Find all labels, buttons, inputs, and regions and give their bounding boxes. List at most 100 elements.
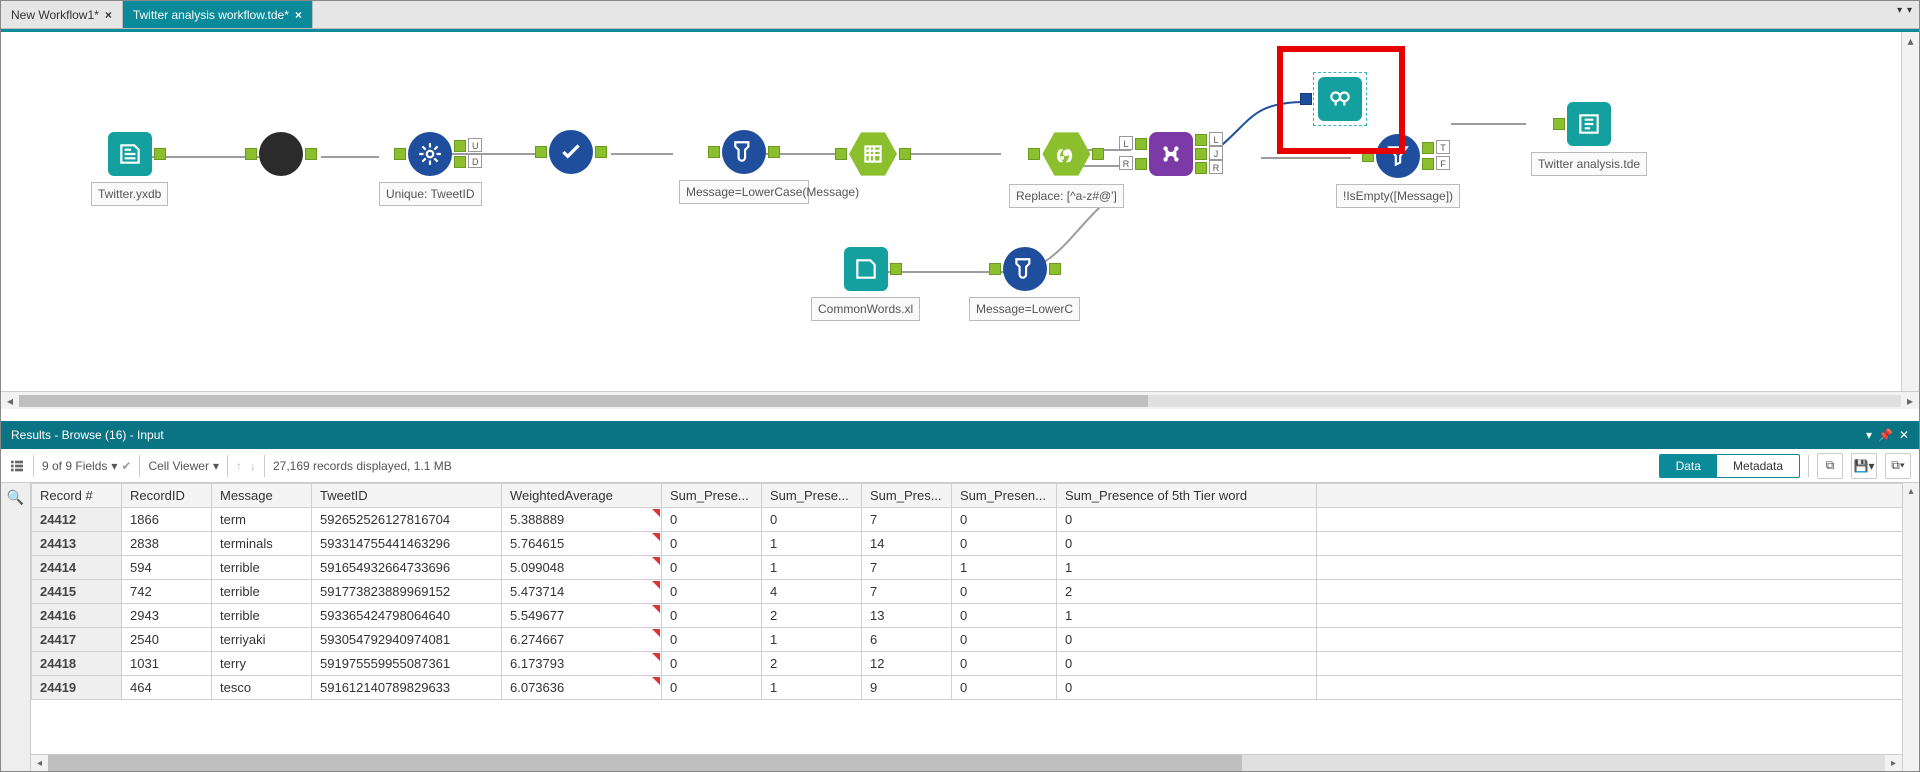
table-cell[interactable]: 1 — [1057, 604, 1317, 628]
table-cell[interactable]: 0 — [952, 580, 1057, 604]
table-row[interactable]: 24414594terrible5916549326647336965.0990… — [32, 556, 1919, 580]
table-cell[interactable]: 0 — [1057, 652, 1317, 676]
table-cell[interactable]: 0 — [662, 652, 762, 676]
table-cell[interactable]: 0 — [662, 604, 762, 628]
table-cell[interactable]: 24412 — [32, 508, 122, 532]
table-cell[interactable]: 0 — [1057, 628, 1317, 652]
anchor-out[interactable] — [305, 148, 317, 160]
table-cell[interactable]: 1 — [952, 556, 1057, 580]
table-row[interactable]: 244181031terry5919755599550873616.173793… — [32, 652, 1919, 676]
column-header[interactable]: Sum_Prese... — [662, 484, 762, 508]
table-cell[interactable]: terminals — [212, 532, 312, 556]
table-row[interactable]: 24419464tesco5916121407898296336.073636 0… — [32, 676, 1919, 700]
table-cell[interactable]: terrible — [212, 580, 312, 604]
table-cell[interactable]: 24415 — [32, 580, 122, 604]
table-cell[interactable]: 2540 — [122, 628, 212, 652]
new-window-button[interactable]: ⧉▾ — [1885, 453, 1911, 479]
pin-icon[interactable]: 📌 — [1878, 428, 1893, 442]
column-header[interactable]: Message — [212, 484, 312, 508]
node-comment[interactable] — [259, 132, 303, 176]
column-header[interactable]: WeightedAverage — [502, 484, 662, 508]
table-cell[interactable]: 2 — [762, 604, 862, 628]
table-cell[interactable]: 6.073636 — [502, 676, 662, 700]
table-cell[interactable]: 0 — [952, 604, 1057, 628]
table-cell[interactable]: 591773823889969152 — [312, 580, 502, 604]
table-cell[interactable]: 6.173793 — [502, 652, 662, 676]
table-cell[interactable]: 464 — [122, 676, 212, 700]
table-cell[interactable]: 13 — [862, 604, 952, 628]
table-cell[interactable]: 5.549677 — [502, 604, 662, 628]
view-mode-icon[interactable] — [9, 458, 25, 474]
table-cell[interactable]: 24418 — [32, 652, 122, 676]
table-cell[interactable]: 0 — [662, 508, 762, 532]
anchor-out-j[interactable] — [1195, 148, 1207, 160]
tab-overflow-menu[interactable]: ▾ ▾ — [1897, 5, 1913, 16]
table-cell[interactable]: 24417 — [32, 628, 122, 652]
table-cell[interactable]: 5.388889 — [502, 508, 662, 532]
table-cell[interactable]: 0 — [762, 508, 862, 532]
scroll-right-arrow[interactable]: ▸ — [1885, 755, 1902, 771]
table-cell[interactable]: 594 — [122, 556, 212, 580]
anchor-in[interactable] — [1028, 148, 1040, 160]
table-row[interactable]: 244121866term5926525261278167045.3888890… — [32, 508, 1919, 532]
table-cell[interactable]: 593314755441463296 — [312, 532, 502, 556]
column-header[interactable]: RecordID — [122, 484, 212, 508]
anchor-out-t[interactable] — [1422, 142, 1434, 154]
table-cell[interactable]: 0 — [1057, 532, 1317, 556]
close-icon[interactable]: × — [295, 8, 302, 22]
canvas-vertical-scrollbar[interactable]: ▴ — [1901, 32, 1919, 391]
close-icon[interactable]: ✕ — [1899, 428, 1909, 442]
table-cell[interactable]: 24419 — [32, 676, 122, 700]
scroll-track[interactable] — [19, 395, 1901, 407]
table-cell[interactable]: 591612140789829633 — [312, 676, 502, 700]
anchor-out[interactable] — [1049, 263, 1061, 275]
binoculars-icon[interactable]: 🔍 — [7, 489, 24, 506]
node-select[interactable] — [549, 130, 593, 174]
scroll-thumb[interactable] — [19, 395, 1148, 407]
node-formula1[interactable]: Message=LowerCase(Message) — [679, 130, 809, 204]
node-unique[interactable]: U D Unique: TweetID — [379, 132, 482, 206]
table-cell[interactable]: 1866 — [122, 508, 212, 532]
scroll-left-arrow[interactable]: ◂ — [31, 755, 48, 771]
anchor-out-u[interactable] — [454, 140, 466, 152]
table-cell[interactable]: 7 — [862, 556, 952, 580]
table-cell[interactable]: 742 — [122, 580, 212, 604]
table-cell[interactable]: 5.764615 — [502, 532, 662, 556]
table-cell[interactable]: 5.473714 — [502, 580, 662, 604]
scroll-thumb[interactable] — [48, 755, 1242, 771]
table-cell[interactable]: 6.274667 — [502, 628, 662, 652]
results-grid[interactable]: Record #RecordIDMessageTweetIDWeightedAv… — [31, 483, 1919, 771]
column-header[interactable]: Sum_Presen... — [952, 484, 1057, 508]
node-common-words[interactable]: CommonWords.xl — [811, 247, 920, 321]
table-cell[interactable]: 592652526127816704 — [312, 508, 502, 532]
table-cell[interactable]: 0 — [952, 652, 1057, 676]
anchor-in[interactable] — [535, 146, 547, 158]
scroll-right-arrow[interactable]: ▸ — [1901, 394, 1919, 408]
column-header[interactable]: Record # — [32, 484, 122, 508]
table-cell[interactable]: 24413 — [32, 532, 122, 556]
node-text-to-columns[interactable] — [849, 130, 897, 178]
table-cell[interactable]: 2943 — [122, 604, 212, 628]
table-cell[interactable]: 2 — [1057, 580, 1317, 604]
table-cell[interactable]: 591975559955087361 — [312, 652, 502, 676]
fields-dropdown[interactable]: 9 of 9 Fields ▾ ✔ — [42, 459, 131, 473]
table-row[interactable]: 244162943terrible5933654247980646405.549… — [32, 604, 1919, 628]
column-header[interactable]: Sum_Pres... — [862, 484, 952, 508]
table-cell[interactable]: terrible — [212, 604, 312, 628]
scroll-up-arrow[interactable]: ▴ — [1902, 32, 1919, 50]
table-cell[interactable]: 0 — [952, 532, 1057, 556]
anchor-out-l[interactable] — [1195, 134, 1207, 146]
table-cell[interactable]: 6 — [862, 628, 952, 652]
node-input[interactable]: Twitter.yxdb — [91, 132, 168, 206]
grid-vertical-scrollbar[interactable]: ▴ — [1902, 483, 1919, 771]
anchor-in-r[interactable] — [1135, 158, 1147, 170]
grid-horizontal-scrollbar[interactable]: ◂ ▸ — [31, 754, 1902, 771]
save-button[interactable]: 💾▾ — [1851, 453, 1877, 479]
anchor-out[interactable] — [154, 148, 166, 160]
table-cell[interactable]: 0 — [1057, 676, 1317, 700]
anchor-out[interactable] — [890, 263, 902, 275]
table-cell[interactable]: 5.099048 — [502, 556, 662, 580]
anchor-out-f[interactable] — [1422, 158, 1434, 170]
table-cell[interactable]: 2 — [762, 652, 862, 676]
table-cell[interactable]: tesco — [212, 676, 312, 700]
